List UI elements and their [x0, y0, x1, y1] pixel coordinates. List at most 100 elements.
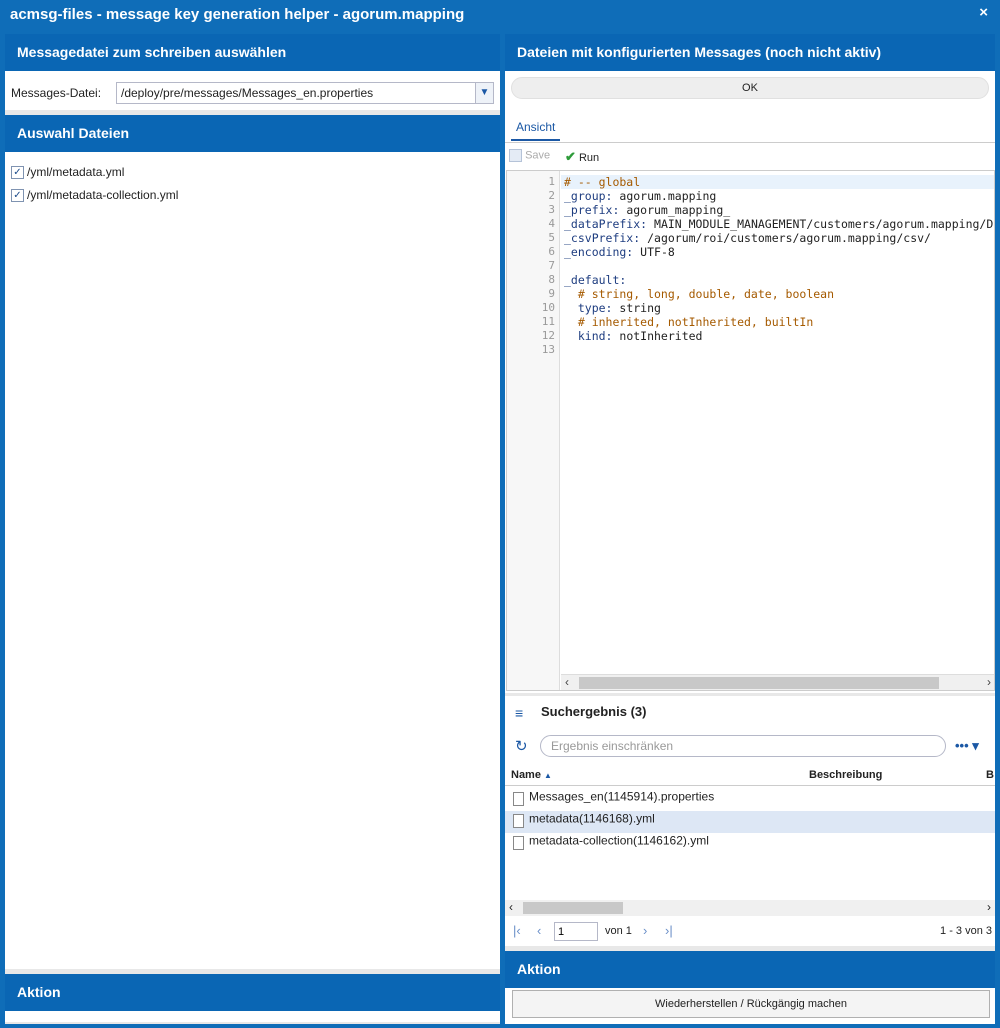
code-line: _dataPrefix: MAIN_MODULE_MANAGEMENT/cust…: [564, 217, 994, 231]
run-button[interactable]: ✔ Run: [565, 149, 599, 165]
line-number: 4: [548, 217, 555, 230]
code-editor[interactable]: 1 2 3 4 5 6 7 8 9 10 11 12 13 # -- global _group: ago…: [506, 170, 995, 691]
document-icon: [513, 792, 524, 806]
scroll-left-icon[interactable]: ‹: [509, 900, 513, 914]
row-name: Messages_en(1145914).properties: [529, 789, 715, 804]
document-icon: [513, 836, 524, 850]
file-checkbox-item[interactable]: ✓/yml/metadata-collection.yml: [11, 188, 178, 206]
messagefile-panel: Messagedatei zum schreiben auswählen Mes…: [5, 34, 500, 110]
window-title: acmsg-files - message key generation hel…: [10, 6, 465, 23]
configured-files-panel: Dateien mit konfigurierten Messages (noc…: [505, 34, 995, 693]
row-name: metadata(1146168).yml: [529, 811, 655, 826]
right-action-panel-title: Aktion: [505, 951, 995, 988]
scroll-right-icon[interactable]: ›: [987, 675, 991, 689]
run-label: Run: [578, 152, 600, 164]
file-checkbox-item[interactable]: ✓/yml/metadata.yml: [11, 165, 124, 183]
tab-ansicht[interactable]: Ansicht: [511, 120, 561, 141]
close-icon[interactable]: ×: [979, 4, 988, 21]
messages-file-combo[interactable]: /deploy/pre/messages/Messages_en.propert…: [116, 82, 494, 104]
tab-bar: Ansicht: [505, 106, 995, 143]
file-selection-panel-title: Auswahl Dateien: [5, 115, 500, 152]
range-label: 1 - 3 von 3: [940, 925, 992, 937]
code-line: _csvPrefix: /agorum/roi/customers/agorum…: [564, 231, 931, 245]
editor-horizontal-scrollbar[interactable]: ‹ ›: [561, 674, 994, 690]
restore-undo-button[interactable]: Wiederherstellen / Rückgängig machen: [512, 990, 990, 1018]
line-number: 8: [548, 273, 555, 286]
menu-icon[interactable]: ≡: [515, 705, 523, 721]
column-header-description[interactable]: Beschreibung: [809, 769, 882, 781]
right-action-panel: Aktion Wiederherstellen / Rückgängig mac…: [505, 951, 995, 1024]
chevron-down-icon[interactable]: ▼: [475, 83, 493, 103]
scrollbar-thumb[interactable]: [579, 677, 939, 689]
code-line: # inherited, notInherited, builtIn: [564, 315, 814, 329]
page-of-label: von 1: [605, 925, 632, 937]
refresh-icon[interactable]: ↻: [515, 737, 528, 755]
line-number: 12: [541, 329, 555, 342]
messages-file-value: /deploy/pre/messages/Messages_en.propert…: [121, 86, 374, 100]
grid-horizontal-scrollbar[interactable]: ‹ ›: [505, 900, 995, 916]
next-page-icon[interactable]: ›: [643, 923, 647, 938]
window-titlebar: acmsg-files - message key generation hel…: [0, 0, 1000, 30]
code-line: # -- global: [564, 175, 641, 189]
save-label: Save: [525, 149, 551, 162]
line-number: 3: [548, 203, 555, 216]
floppy-icon: [509, 149, 522, 162]
left-action-panel: Aktion: [5, 974, 500, 1022]
messages-file-label: Messages-Datei:: [11, 86, 102, 100]
search-result-title: Suchergebnis (3): [541, 704, 647, 719]
pager: |‹ ‹ von 1 › ›| 1 - 3 von 3: [505, 918, 995, 944]
line-number: 2: [548, 189, 555, 202]
table-row[interactable]: Messages_en(1145914).properties: [505, 789, 995, 811]
code-line: kind: notInherited: [564, 329, 703, 343]
page-number-input[interactable]: [554, 922, 598, 941]
save-button[interactable]: Save: [509, 149, 550, 162]
table-row-selected[interactable]: metadata(1146168).yml: [505, 811, 995, 833]
column-header-extra[interactable]: B: [986, 769, 994, 781]
code-line: type: string: [564, 301, 661, 315]
checkbox-checked-icon[interactable]: ✓: [11, 189, 24, 203]
editor-toolbar: Save ✔ Run: [505, 146, 995, 168]
line-number: 9: [548, 287, 555, 300]
configured-files-panel-title: Dateien mit konfigurierten Messages (noc…: [505, 34, 995, 71]
checkmark-icon: ✔: [565, 149, 576, 164]
code-line: _group: agorum.mapping: [564, 189, 717, 203]
scroll-left-icon[interactable]: ‹: [565, 675, 569, 689]
code-line: _default:: [564, 273, 627, 287]
grid-header: Name ▲ Beschreibung B: [505, 764, 995, 786]
file-selection-panel: Auswahl Dateien ✓/yml/metadata.yml ✓/yml…: [5, 115, 500, 969]
line-number: 6: [548, 245, 555, 258]
checkbox-checked-icon[interactable]: ✓: [11, 166, 24, 180]
ok-button[interactable]: OK: [511, 77, 989, 99]
row-name: metadata-collection(1146162).yml: [529, 833, 709, 848]
code-line: _prefix: agorum_mapping_: [564, 203, 731, 217]
code-line: _encoding: UTF-8: [564, 245, 675, 259]
messages-file-row: Messages-Datei: /deploy/pre/messages/Mes…: [11, 82, 494, 104]
more-options-icon[interactable]: ••• ▾: [955, 738, 979, 754]
table-row[interactable]: metadata-collection(1146162).yml: [505, 833, 995, 855]
scroll-right-icon[interactable]: ›: [987, 900, 991, 914]
first-page-icon[interactable]: |‹: [513, 923, 521, 938]
document-icon: [513, 814, 524, 828]
sort-asc-icon: ▲: [544, 771, 552, 780]
line-number-gutter: 1 2 3 4 5 6 7 8 9 10 11 12 13: [507, 171, 560, 690]
file-checkbox-label: /yml/metadata-collection.yml: [27, 188, 179, 202]
scrollbar-thumb[interactable]: [523, 902, 623, 914]
code-line: # string, long, double, date, boolean: [564, 287, 835, 301]
column-name-label: Name: [511, 769, 541, 781]
file-checkbox-label: /yml/metadata.yml: [27, 165, 125, 179]
search-result-panel: ≡ Suchergebnis (3) ↻ Ergebnis einschränk…: [505, 696, 995, 946]
result-filter-input[interactable]: Ergebnis einschränken: [540, 735, 946, 757]
column-header-name[interactable]: Name ▲: [511, 769, 552, 781]
line-number: 5: [548, 231, 555, 244]
line-number: 11: [541, 315, 555, 328]
messagefile-panel-title: Messagedatei zum schreiben auswählen: [5, 34, 500, 71]
line-number: 10: [541, 301, 555, 314]
line-number: 1: [548, 175, 555, 188]
left-action-panel-title: Aktion: [5, 974, 500, 1011]
prev-page-icon[interactable]: ‹: [537, 923, 541, 938]
left-column: Messagedatei zum schreiben auswählen Mes…: [5, 34, 500, 1024]
right-column: Dateien mit konfigurierten Messages (noc…: [505, 34, 995, 1024]
last-page-icon[interactable]: ›|: [665, 923, 673, 938]
line-number: 7: [548, 259, 555, 272]
line-number: 13: [541, 343, 555, 356]
